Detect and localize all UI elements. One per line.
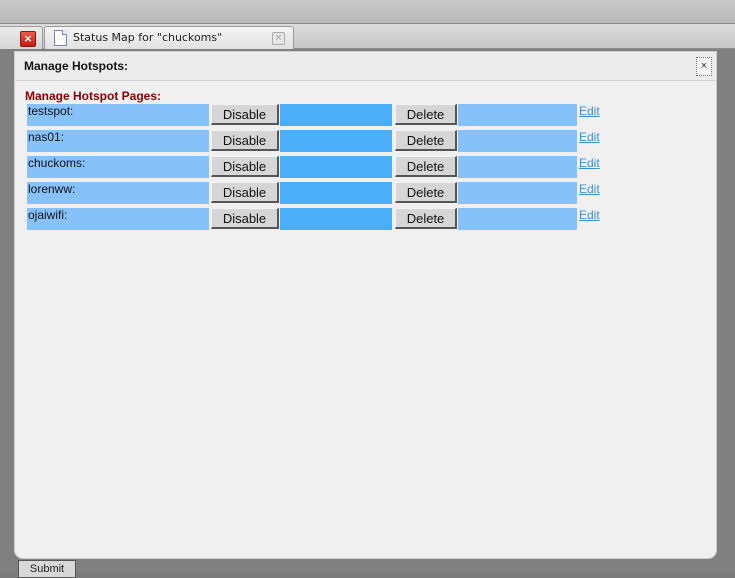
dialog-title: Manage Hotspots: [24, 59, 129, 73]
submit-button[interactable]: Submit [18, 560, 76, 578]
hotspot-name: testspot: [27, 104, 209, 126]
hotspot-row-nas01: nas01: Disable Delete Edit [27, 130, 627, 156]
edit-link[interactable]: Edit [579, 156, 600, 170]
hotspot-name: ojaiwifi: [27, 208, 209, 230]
disable-button[interactable]: Disable [211, 156, 279, 177]
tab-status-map[interactable]: Status Map for "chuckoms" × [44, 26, 294, 49]
hotspot-list: testspot: Disable Delete Edit nas01: Dis… [27, 104, 627, 234]
edit-link[interactable]: Edit [579, 104, 600, 118]
hotspot-name: lorenww: [27, 182, 209, 204]
hotspot-name: nas01: [27, 130, 209, 152]
tab-close-icon[interactable]: × [272, 32, 285, 45]
disable-button[interactable]: Disable [211, 208, 279, 229]
hotspot-row-testspot: testspot: Disable Delete Edit [27, 104, 627, 130]
row-spacer [280, 208, 392, 230]
row-spacer [458, 182, 577, 204]
edit-link[interactable]: Edit [579, 130, 600, 144]
tab-bar: × Status Map for "chuckoms" × [0, 24, 735, 49]
edit-link[interactable]: Edit [579, 208, 600, 222]
page-icon [54, 30, 67, 46]
delete-button[interactable]: Delete [395, 156, 457, 177]
section-title: Manage Hotspot Pages: [25, 89, 162, 103]
disable-button[interactable]: Disable [211, 182, 279, 203]
row-spacer [458, 156, 577, 178]
dialog-header: Manage Hotspots: × [15, 52, 716, 81]
browser-toolbar [0, 0, 735, 24]
row-spacer [458, 208, 577, 230]
row-spacer [280, 130, 392, 152]
hotspot-row-ojaiwifi: ojaiwifi: Disable Delete Edit [27, 208, 627, 234]
row-spacer [458, 104, 577, 126]
delete-button[interactable]: Delete [395, 182, 457, 203]
edit-link[interactable]: Edit [579, 182, 600, 196]
manage-hotspots-dialog: Manage Hotspots: × Manage Hotspot Pages:… [15, 52, 716, 558]
tab-title: Status Map for "chuckoms" [73, 31, 223, 44]
hotspot-row-chuckoms: chuckoms: Disable Delete Edit [27, 156, 627, 182]
row-spacer [458, 130, 577, 152]
row-spacer [280, 104, 392, 126]
disable-button[interactable]: Disable [211, 104, 279, 125]
delete-button[interactable]: Delete [395, 130, 457, 151]
hotspot-name: chuckoms: [27, 156, 209, 178]
delete-button[interactable]: Delete [395, 208, 457, 229]
hotspot-row-lorenww: lorenww: Disable Delete Edit [27, 182, 627, 208]
delete-button[interactable]: Delete [395, 104, 457, 125]
row-spacer [280, 182, 392, 204]
close-icon[interactable]: × [20, 31, 36, 47]
dialog-close-button[interactable]: × [696, 57, 712, 76]
row-spacer [280, 156, 392, 178]
tab-previous[interactable]: × [0, 26, 43, 49]
disable-button[interactable]: Disable [211, 130, 279, 151]
